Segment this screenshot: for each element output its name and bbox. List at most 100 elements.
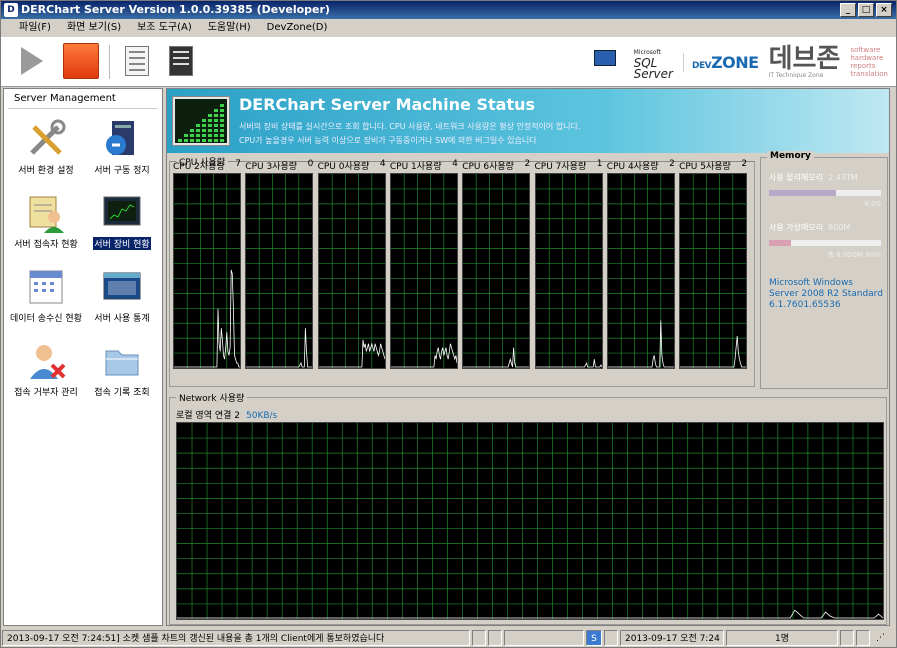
close-button[interactable]: ×: [876, 3, 892, 17]
document-icon: [125, 46, 149, 76]
banner-desc-1: 서버의 장비 상태를 실시간으로 조회 합니다. CPU 사용량, 네트워크 사…: [239, 122, 581, 131]
app-icon: D: [4, 3, 18, 17]
virtual-memory-label: 사용 가상메모리 800M: [769, 223, 851, 232]
cpu-core-graph: [462, 173, 531, 369]
cpu-core-graph: [317, 173, 386, 369]
network-icon[interactable]: [592, 46, 624, 78]
cpu-core-5: CPU 7사용량 1: [534, 159, 603, 369]
cpu-core-3: CPU 1사용량 4: [389, 159, 458, 369]
toolbar-separator: [109, 45, 110, 79]
app-window: D DERChart Server Version 1.0.0.39385 (D…: [0, 0, 897, 648]
virtual-memory-total: 총 8.00GM 80%: [827, 251, 882, 259]
maximize-button[interactable]: □: [858, 3, 874, 17]
cpu-core-graph: [534, 173, 603, 369]
sidebar-item-data-transfer[interactable]: 데이터 송수신 현황: [8, 267, 84, 324]
virtual-memory-bar: [769, 240, 881, 246]
play-icon: [21, 47, 43, 75]
cpu-core-0: CPU 2사용량 7: [173, 159, 241, 369]
sidebar-item-settings[interactable]: 서버 환경 설정: [8, 119, 84, 176]
status-cell: [856, 630, 870, 646]
sql-server-logo[interactable]: Microsoft SQL Server: [634, 45, 673, 80]
menu-tools[interactable]: 보조 도구(A): [129, 19, 200, 37]
menu-devzone[interactable]: DevZone(D): [259, 19, 336, 37]
sidebar-item-usage-stats[interactable]: 서버 사용 통계: [84, 267, 160, 324]
menu-file[interactable]: 파일(F): [11, 19, 59, 37]
status-banner: DERChart Server Machine Status 서버의 장비 상태…: [167, 89, 889, 153]
notebook-icon: [169, 46, 193, 76]
monitor-chart-icon: [102, 193, 142, 233]
network-rate: 50KB/s: [246, 411, 278, 421]
cpu-core-label: CPU 4사용량 2: [606, 159, 675, 172]
cpu-usage-line: [535, 359, 602, 368]
cpu-usage-line: [174, 269, 240, 368]
cpu-usage-line: [680, 335, 747, 368]
banner-desc-2: CPU가 높을경우 서버 능력 이상으로 장비가 구동중이거나 SW에 의한 버…: [239, 136, 537, 145]
cpu-core-graph: [679, 173, 748, 369]
toolbar: Microsoft SQL Server DEVZONE 데브존 IT Tech…: [1, 37, 896, 87]
resize-grip-icon[interactable]: ⋰: [872, 630, 884, 646]
status-cell: [504, 630, 584, 646]
cpu-core-label: CPU 2사용량 7: [173, 159, 241, 172]
network-adapter-label: 로컬 영역 연결 2 50KB/s: [176, 411, 278, 421]
report-button[interactable]: [119, 43, 155, 79]
status-badge: S: [586, 630, 602, 646]
menu-view[interactable]: 화면 보기(S): [59, 19, 129, 37]
network-group: Network 사용량 로컬 영역 연결 2 50KB/s: [169, 391, 887, 625]
title-bar[interactable]: D DERChart Server Version 1.0.0.39385 (D…: [1, 1, 896, 19]
log-folder-icon: [102, 341, 142, 381]
sidebar-header: Server Management: [8, 89, 158, 109]
status-datetime: 2013-09-17 오전 7:24: [620, 630, 724, 646]
sidebar-item-access-log[interactable]: 접속 기록 조회: [84, 341, 160, 398]
devzone-logo[interactable]: DEVZONE: [682, 52, 759, 72]
sidebar-item-machine-status[interactable]: 서버 장비 현황: [84, 193, 160, 250]
cpu-core-graph: [389, 173, 458, 369]
main-panel: DERChart Server Machine Status 서버의 장비 상태…: [166, 88, 890, 626]
status-users: 1명: [726, 630, 838, 646]
cpu-core-label: CPU 5사용량 2: [679, 159, 748, 172]
cpu-core-2: CPU 0사용량 4: [317, 159, 386, 369]
cpu-usage-line: [246, 328, 313, 368]
calendar-icon: [26, 267, 66, 307]
menu-help[interactable]: 도움말(H): [200, 19, 259, 37]
cpu-core-6: CPU 4사용량 2: [606, 159, 675, 369]
physical-memory-total: 8.0G: [864, 200, 881, 208]
start-server-button[interactable]: [13, 43, 49, 79]
sidebar-item-users[interactable]: 서버 접속자 현황: [8, 193, 84, 250]
cpu-usage-line: [463, 347, 530, 368]
cpu-core-7: CPU 5사용량 2: [679, 159, 748, 369]
minimize-button[interactable]: _: [840, 3, 856, 17]
network-usage-line: [177, 609, 884, 619]
log-button[interactable]: [163, 43, 199, 79]
cpu-core-label: CPU 1사용량 4: [389, 159, 458, 172]
user-list-icon: [26, 193, 66, 233]
user-block-icon: [26, 341, 66, 381]
physical-memory-label: 사용 물리메모리 2.43TM: [769, 173, 858, 182]
cpu-core-1: CPU 3사용량 0: [245, 159, 314, 369]
status-cell: [472, 630, 486, 646]
machine-status-icon: [173, 97, 229, 145]
window-stats-icon: [102, 267, 142, 307]
sidebar-item-blocked-users[interactable]: 접속 거부자 관리: [8, 341, 84, 398]
server-stop-icon: [102, 119, 142, 159]
cpu-core-graph: [173, 173, 241, 369]
cpu-core-label: CPU 3사용량 0: [245, 159, 314, 172]
tools-icon: [26, 119, 66, 159]
status-bar: 2013-09-17 오전 7:24:51] 소켓 샘플 차트의 갱신된 내용을…: [1, 629, 896, 647]
sidebar: Server Management 서버 환경 설정 서버 구동 정지 서버 접…: [3, 88, 163, 626]
memory-panel: Memory 사용 물리메모리 2.43TM 8.0G 사용 가상메모리 800…: [760, 151, 888, 389]
cpu-core-graph: [606, 173, 675, 369]
cpu-core-label: CPU 7사용량 1: [534, 159, 603, 172]
stop-server-button[interactable]: [63, 43, 99, 79]
physical-memory-bar: [769, 190, 881, 196]
status-cell: [488, 630, 502, 646]
cpu-usage-line: [607, 320, 674, 368]
memory-title: Memory: [767, 151, 814, 161]
status-cell: [604, 630, 618, 646]
debzone-logo[interactable]: 데브존 IT Technique Zone: [769, 46, 841, 79]
network-graph: [176, 422, 884, 620]
debzone-tags: software hardware reports translation: [850, 46, 888, 78]
sidebar-item-server-stop[interactable]: 서버 구동 정지: [84, 119, 160, 176]
window-title: DERChart Server Version 1.0.0.39385 (Dev…: [21, 3, 330, 16]
cpu-core-4: CPU 6사용량 2: [462, 159, 531, 369]
cpu-core-graph: [245, 173, 314, 369]
